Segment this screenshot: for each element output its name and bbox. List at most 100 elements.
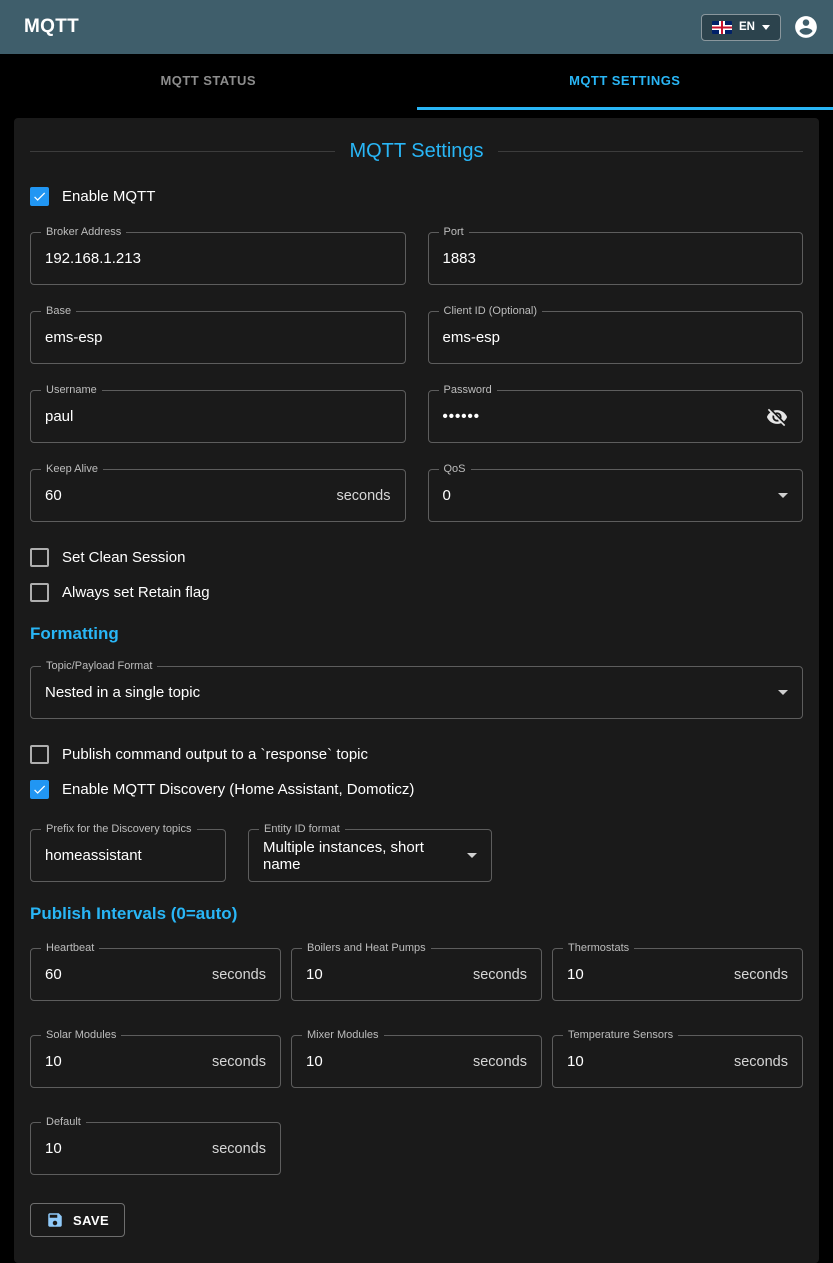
field-label: Password — [439, 384, 497, 396]
dropdown-arrow-icon — [778, 493, 788, 498]
save-button[interactable]: SAVE — [30, 1203, 125, 1237]
port-field[interactable]: Port 1883 — [428, 232, 804, 285]
heartbeat-interval-field[interactable]: Heartbeat 60 seconds — [30, 948, 281, 1001]
checkbox-label: Enable MQTT — [62, 188, 155, 205]
temperature-sensors-interval-field[interactable]: Temperature Sensors 10 seconds — [552, 1035, 803, 1088]
field-label: Username — [41, 384, 102, 396]
enable-mqtt-checkbox[interactable]: Enable MQTT — [30, 187, 803, 206]
mixer-interval-field[interactable]: Mixer Modules 10 seconds — [291, 1035, 542, 1088]
password-field[interactable]: Password •••••• — [428, 390, 804, 443]
discovery-prefix-field[interactable]: Prefix for the Discovery topics homeassi… — [30, 829, 226, 882]
default-interval-field[interactable]: Default 10 seconds — [30, 1122, 281, 1175]
discovery-checkbox[interactable]: Enable MQTT Discovery (Home Assistant, D… — [30, 780, 803, 799]
qos-select[interactable]: QoS 0 — [428, 469, 804, 522]
field-value: 10 — [306, 1053, 323, 1070]
save-icon — [46, 1211, 64, 1229]
field-label: Prefix for the Discovery topics — [41, 823, 197, 835]
app-title: MQTT — [24, 16, 79, 38]
field-value: 60 — [45, 966, 62, 983]
checkbox-label: Enable MQTT Discovery (Home Assistant, D… — [62, 781, 414, 798]
formatting-heading: Formatting — [30, 624, 803, 644]
chevron-down-icon — [762, 25, 770, 30]
save-button-label: SAVE — [73, 1213, 109, 1228]
field-value: homeassistant — [45, 847, 142, 864]
base-field[interactable]: Base ems-esp — [30, 311, 406, 364]
field-value: 192.168.1.213 — [45, 250, 141, 267]
field-suffix: seconds — [212, 967, 266, 983]
field-label: Mixer Modules — [302, 1029, 384, 1041]
publish-intervals-heading: Publish Intervals (0=auto) — [30, 904, 803, 924]
field-suffix: seconds — [473, 1054, 527, 1070]
select-value: 0 — [443, 487, 451, 504]
language-selector[interactable]: EN — [701, 14, 781, 41]
tab-mqtt-status[interactable]: MQTT STATUS — [0, 54, 417, 110]
publish-response-checkbox[interactable]: Publish command output to a `response` t… — [30, 745, 803, 764]
field-value: 10 — [306, 966, 323, 983]
settings-card: MQTT Settings Enable MQTT Broker Address… — [14, 118, 819, 1263]
divider-line — [30, 151, 335, 152]
field-label: Port — [439, 226, 469, 238]
field-label: Solar Modules — [41, 1029, 121, 1041]
field-suffix: seconds — [734, 967, 788, 983]
divider-line — [498, 151, 803, 152]
field-label: Client ID (Optional) — [439, 305, 543, 317]
field-suffix: seconds — [212, 1141, 266, 1157]
dropdown-arrow-icon — [778, 690, 788, 695]
field-label: Entity ID format — [259, 823, 345, 835]
discovery-fields: Prefix for the Discovery topics homeassi… — [30, 829, 803, 882]
field-label: QoS — [439, 463, 471, 475]
account-icon[interactable] — [793, 14, 819, 40]
checkbox-icon — [30, 187, 49, 206]
field-suffix: seconds — [734, 1054, 788, 1070]
toggle-password-visibility-button[interactable] — [766, 406, 788, 428]
boilers-interval-field[interactable]: Boilers and Heat Pumps 10 seconds — [291, 948, 542, 1001]
uk-flag-icon — [712, 21, 732, 34]
field-value: 10 — [45, 1140, 62, 1157]
select-value: Multiple instances, short name — [263, 839, 453, 873]
field-value: ems-esp — [45, 329, 103, 346]
field-label: Topic/Payload Format — [41, 660, 157, 672]
entity-id-format-select[interactable]: Entity ID format Multiple instances, sho… — [248, 829, 492, 882]
dropdown-arrow-icon — [467, 853, 477, 858]
visibility-off-icon — [766, 406, 788, 428]
field-label: Keep Alive — [41, 463, 103, 475]
solar-interval-field[interactable]: Solar Modules 10 seconds — [30, 1035, 281, 1088]
retain-flag-checkbox[interactable]: Always set Retain flag — [30, 583, 803, 602]
client-id-field[interactable]: Client ID (Optional) ems-esp — [428, 311, 804, 364]
checkbox-icon — [30, 548, 49, 567]
field-label: Boilers and Heat Pumps — [302, 942, 431, 954]
topic-format-select[interactable]: Topic/Payload Format Nested in a single … — [30, 666, 803, 719]
field-label: Thermostats — [563, 942, 634, 954]
field-value: paul — [45, 408, 73, 425]
field-label: Heartbeat — [41, 942, 99, 954]
field-value: •••••• — [443, 408, 481, 425]
select-value: Nested in a single topic — [45, 684, 200, 701]
language-label: EN — [739, 21, 755, 33]
field-label: Default — [41, 1116, 86, 1128]
username-field[interactable]: Username paul — [30, 390, 406, 443]
page-title: MQTT Settings — [349, 140, 483, 163]
field-label: Temperature Sensors — [563, 1029, 678, 1041]
checkbox-label: Publish command output to a `response` t… — [62, 746, 368, 763]
field-suffix: seconds — [336, 488, 390, 504]
field-value: 10 — [45, 1053, 62, 1070]
checkbox-icon — [30, 780, 49, 799]
field-value: 1883 — [443, 250, 476, 267]
field-value: 10 — [567, 1053, 584, 1070]
tab-mqtt-settings[interactable]: MQTT SETTINGS — [417, 54, 833, 110]
field-value: ems-esp — [443, 329, 501, 346]
checkbox-icon — [30, 745, 49, 764]
field-label: Broker Address — [41, 226, 126, 238]
clean-session-checkbox[interactable]: Set Clean Session — [30, 548, 803, 567]
broker-address-field[interactable]: Broker Address 192.168.1.213 — [30, 232, 406, 285]
field-label: Base — [41, 305, 76, 317]
field-suffix: seconds — [473, 967, 527, 983]
checkbox-label: Always set Retain flag — [62, 584, 210, 601]
connection-fields: Broker Address 192.168.1.213 Port 1883 B… — [30, 232, 803, 522]
page-title-divider: MQTT Settings — [30, 140, 803, 163]
keep-alive-field[interactable]: Keep Alive 60 seconds — [30, 469, 406, 522]
app-bar: MQTT EN — [0, 0, 833, 54]
thermostats-interval-field[interactable]: Thermostats 10 seconds — [552, 948, 803, 1001]
field-value: 60 — [45, 487, 62, 504]
field-value: 10 — [567, 966, 584, 983]
